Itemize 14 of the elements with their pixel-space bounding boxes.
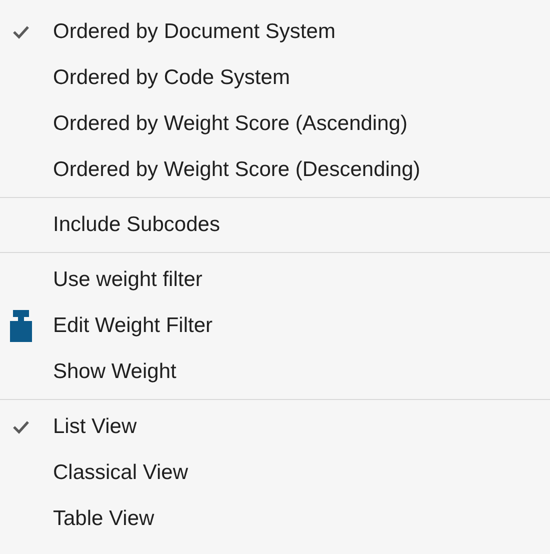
menu-item[interactable]: Show Weight xyxy=(0,349,550,395)
menu-item[interactable]: Include Subcodes xyxy=(0,202,550,248)
checkmark-icon xyxy=(12,420,30,434)
menu-item[interactable]: Ordered by Weight Score (Descending) xyxy=(0,147,550,193)
checkmark-icon xyxy=(12,25,30,39)
menu-item[interactable]: Classical View xyxy=(0,450,550,496)
menu-item[interactable]: Ordered by Code System xyxy=(0,55,550,101)
menu-item[interactable]: List View xyxy=(0,404,550,450)
menu-item[interactable]: Ordered by Weight Score (Ascending) xyxy=(0,101,550,147)
menu-item[interactable]: Ordered by Document System xyxy=(0,9,550,55)
menu-item[interactable]: Table View xyxy=(0,496,550,542)
weight-icon xyxy=(10,310,32,342)
menu-item[interactable]: Edit Weight Filter xyxy=(0,303,550,349)
menu-item[interactable]: Use weight filter xyxy=(0,257,550,303)
